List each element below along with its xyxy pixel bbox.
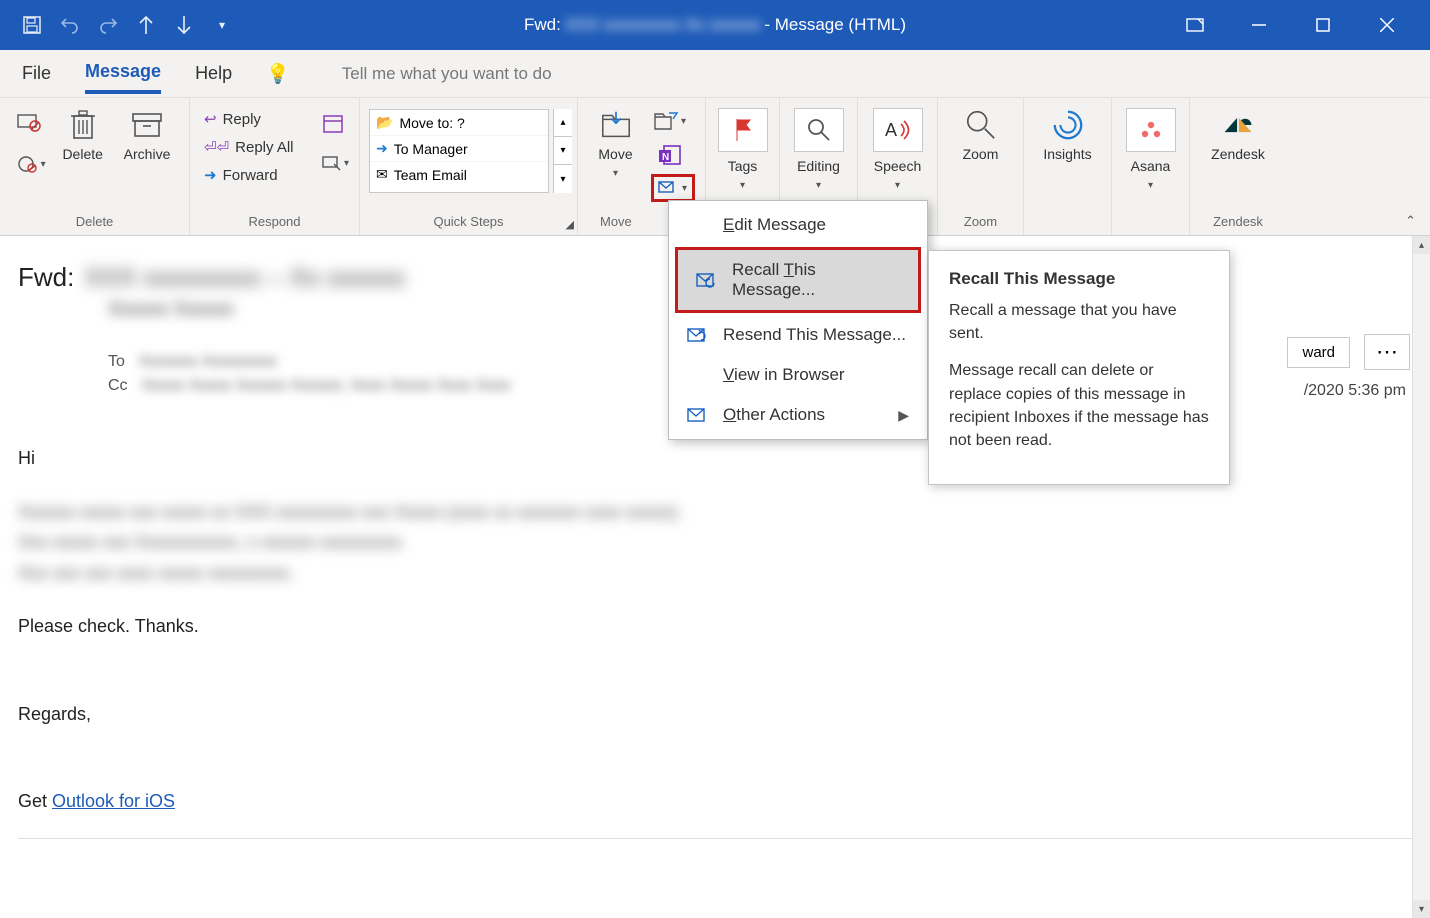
- move-to-icon: 📂: [376, 114, 393, 131]
- gallery-down-icon[interactable]: ▾: [554, 137, 572, 165]
- vertical-scrollbar[interactable]: ▴ ▾: [1412, 236, 1430, 918]
- lightbulb-icon: 💡: [266, 62, 290, 86]
- tab-message[interactable]: Message: [85, 53, 161, 94]
- menu-view-in-browser[interactable]: View in Browser: [669, 355, 927, 395]
- editing-button[interactable]: Editing▾: [788, 104, 850, 196]
- team-email-icon: ✉: [376, 166, 388, 183]
- forward-icon: ➜: [204, 166, 217, 184]
- other-actions-icon: [687, 406, 709, 424]
- tell-me-search[interactable]: Tell me what you want to do: [342, 64, 552, 84]
- menu-resend-message[interactable]: Resend This Message...: [669, 315, 927, 355]
- gallery-up-icon[interactable]: ▴: [554, 109, 572, 137]
- tooltip-text: Message recall can delete or replace cop…: [949, 359, 1209, 452]
- more-actions-button[interactable]: ⋯: [1364, 334, 1410, 370]
- ribbon-group-label: Zendesk: [1200, 214, 1276, 233]
- ribbon-group-label: Quick Steps: [370, 214, 567, 233]
- delete-button[interactable]: Delete: [56, 104, 110, 167]
- tooltip-text: Recall a message that you have sent.: [949, 299, 1209, 345]
- archive-button[interactable]: Archive: [118, 104, 177, 167]
- menu-edit-message[interactable]: Edit Message: [669, 205, 927, 245]
- actions-dropdown-menu: Edit Message Recall This Message... Rese…: [668, 200, 928, 440]
- save-icon[interactable]: [20, 13, 44, 37]
- insights-button[interactable]: Insights: [1037, 104, 1097, 167]
- tooltip-title: Recall This Message: [949, 269, 1209, 289]
- tags-button[interactable]: Tags▾: [712, 104, 774, 196]
- more-respond-icon[interactable]: ▾: [322, 154, 349, 172]
- archive-icon: [130, 108, 164, 142]
- gallery-more-icon[interactable]: ▾: [554, 165, 572, 193]
- close-button[interactable]: [1364, 9, 1410, 41]
- quick-steps-gallery[interactable]: 📂Move to: ? ➜To Manager ✉Team Email: [369, 109, 549, 193]
- reply-all-button[interactable]: ⏎⏎Reply All: [204, 138, 310, 156]
- reply-icon: ↩: [204, 110, 217, 128]
- customize-qat-icon[interactable]: ▾: [210, 13, 234, 37]
- to-manager-icon: ➜: [376, 140, 388, 157]
- to-label: To: [108, 353, 125, 371]
- scroll-up-icon[interactable]: ▴: [1413, 236, 1430, 254]
- message-timestamp: /2020 5:36 pm: [1304, 382, 1406, 400]
- collapse-ribbon-icon[interactable]: ⌃: [1405, 213, 1416, 229]
- outlook-ios-link[interactable]: Outlook for iOS: [52, 791, 175, 811]
- cc-label: Cc: [108, 377, 128, 395]
- ribbon-group-label: Respond: [200, 214, 349, 233]
- redo-icon[interactable]: [96, 13, 120, 37]
- move-button[interactable]: Move▾: [589, 104, 643, 184]
- trash-icon: [66, 108, 100, 142]
- submenu-arrow-icon: ▶: [898, 407, 909, 424]
- ribbon-display-icon[interactable]: [1172, 9, 1218, 41]
- maximize-button[interactable]: [1300, 9, 1346, 41]
- recall-tooltip: Recall This Message Recall a message tha…: [928, 250, 1230, 485]
- sender-name: Xxxxxx Xxxxxx: [108, 299, 234, 321]
- svg-text:N: N: [662, 152, 669, 163]
- to-value: Xxxxxxx Xxxxxxxxx: [139, 353, 277, 371]
- reply-all-icon: ⏎⏎: [204, 138, 229, 156]
- zendesk-icon: [1221, 108, 1255, 142]
- meeting-icon[interactable]: [322, 112, 349, 134]
- arrow-down-icon[interactable]: [172, 13, 196, 37]
- menu-bar: File Message Help 💡 Tell me what you wan…: [0, 50, 1430, 98]
- read-aloud-icon: A: [873, 108, 923, 152]
- asana-icon: [1126, 108, 1176, 152]
- ribbon-group-label: Zoom: [948, 214, 1013, 233]
- message-body: Hi Xxxxxx xxxxx xxx xxxxx xx XXX xxxxxxx…: [18, 445, 1412, 839]
- ribbon-group-label: Delete: [10, 214, 179, 233]
- flag-icon: [718, 108, 768, 152]
- dialog-launcher-icon[interactable]: ◢: [566, 218, 574, 231]
- minimize-button[interactable]: [1236, 9, 1282, 41]
- forward-button[interactable]: ➜Forward: [204, 166, 310, 184]
- reply-button[interactable]: ↩Reply: [204, 110, 310, 128]
- tab-file[interactable]: File: [22, 55, 51, 92]
- junk-icon[interactable]: ▾: [17, 154, 46, 174]
- insights-icon: [1051, 108, 1085, 142]
- onenote-icon[interactable]: N: [651, 140, 689, 170]
- tab-help[interactable]: Help: [195, 55, 232, 92]
- forward-header-button[interactable]: ward: [1287, 337, 1350, 368]
- window-title: Fwd: XXX xxxxxxxxx Xx xxxxxx - Message (…: [524, 15, 906, 35]
- ignore-icon[interactable]: [17, 112, 46, 132]
- resend-icon: [687, 326, 709, 344]
- cc-value: Xxxxx Xxxxx Xxxxxx Xxxxxx; Xxxx Xxxxx Xx…: [142, 377, 511, 395]
- menu-other-actions[interactable]: Other Actions ▶: [669, 395, 927, 435]
- zendesk-button[interactable]: Zendesk: [1205, 104, 1271, 167]
- actions-dropdown-button[interactable]: ▾: [651, 174, 695, 202]
- menu-recall-message[interactable]: Recall This Message...: [675, 247, 921, 313]
- rules-icon[interactable]: ▾: [651, 106, 689, 136]
- arrow-up-icon[interactable]: [134, 13, 158, 37]
- zoom-icon: [964, 108, 998, 142]
- move-folder-icon: [599, 108, 633, 142]
- title-bar: ▾ Fwd: XXX xxxxxxxxx Xx xxxxxx - Message…: [0, 0, 1430, 50]
- asana-button[interactable]: Asana▾: [1120, 104, 1182, 196]
- undo-icon[interactable]: [58, 13, 82, 37]
- svg-text:A: A: [885, 120, 897, 140]
- scroll-down-icon[interactable]: ▾: [1413, 900, 1430, 918]
- find-icon: [794, 108, 844, 152]
- speech-button[interactable]: A Speech▾: [867, 104, 929, 196]
- zoom-button[interactable]: Zoom: [954, 104, 1008, 167]
- recall-icon: [696, 271, 718, 289]
